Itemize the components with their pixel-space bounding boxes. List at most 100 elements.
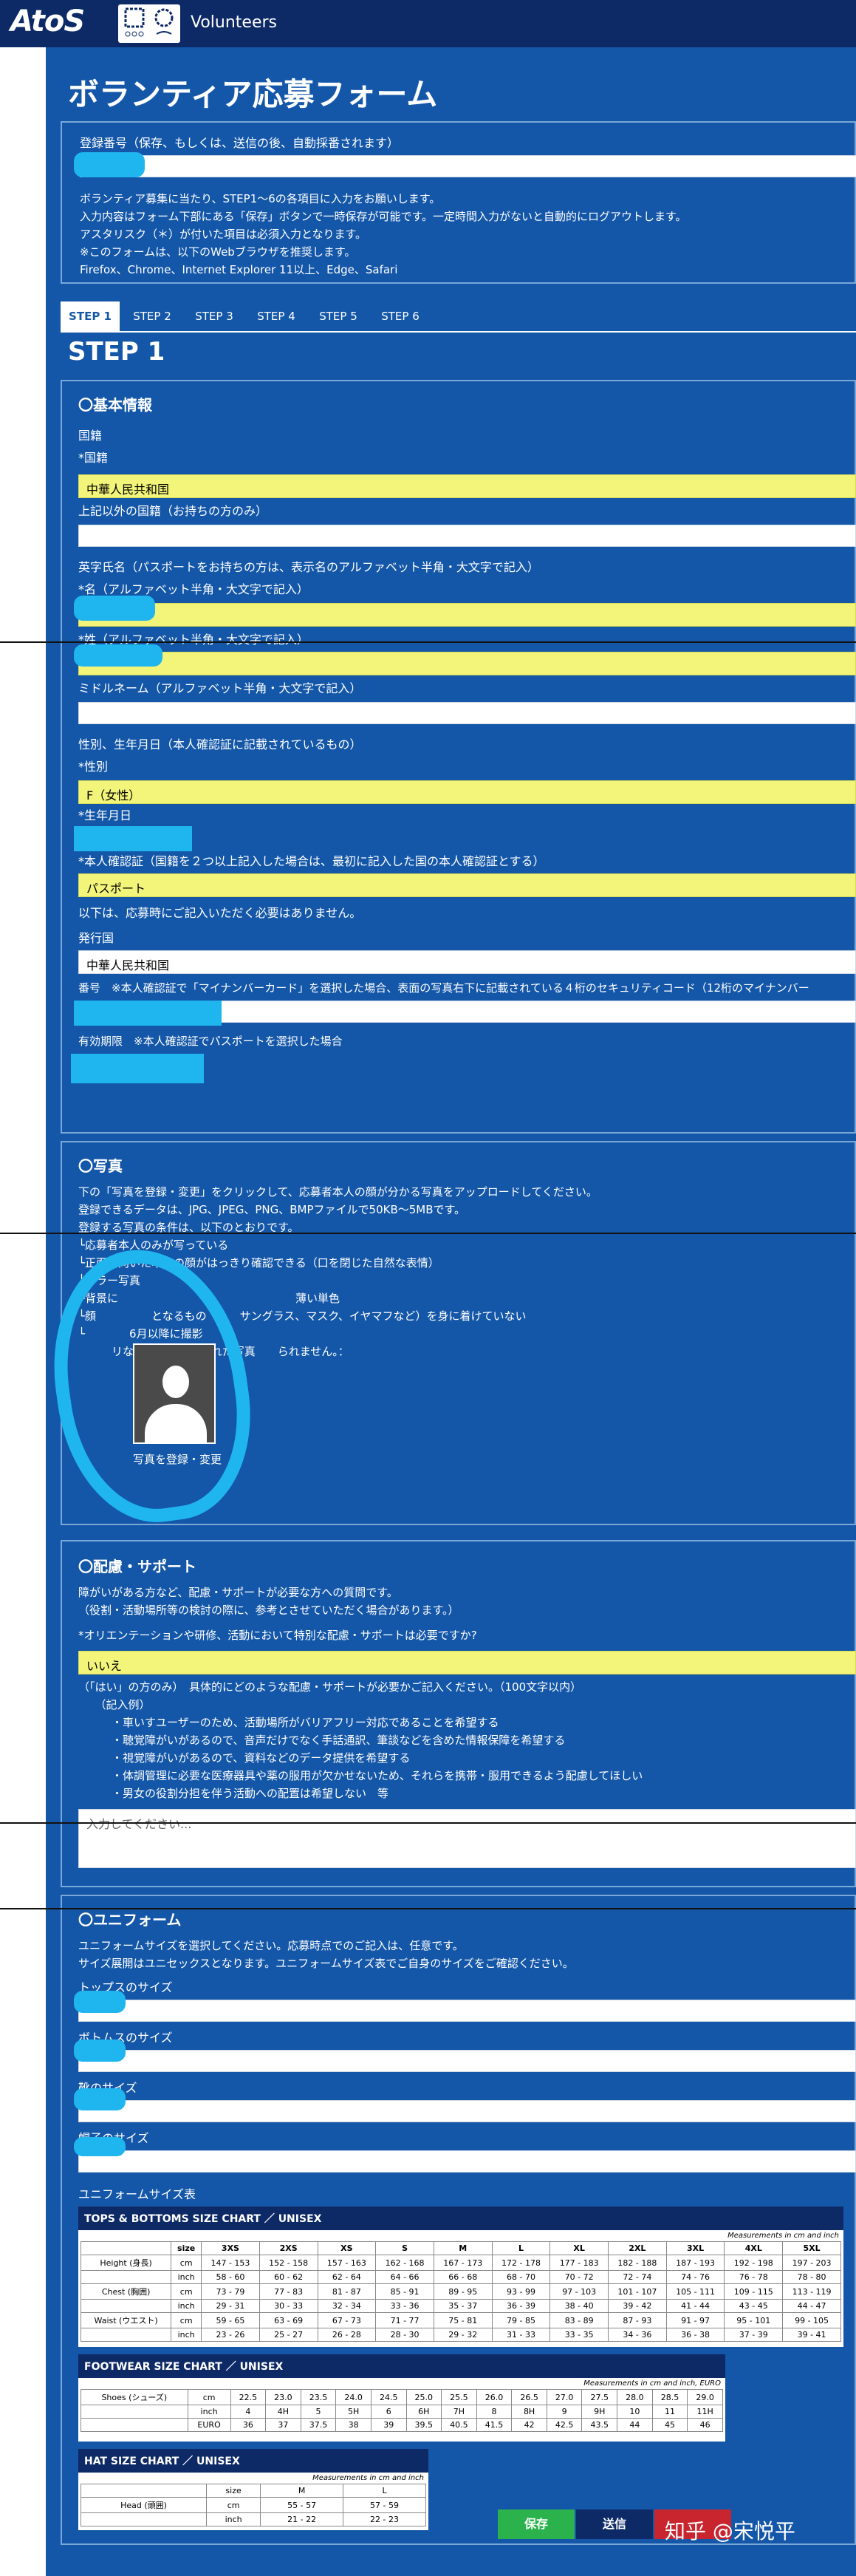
last-name-input[interactable] [78, 652, 856, 675]
tab-step3[interactable]: STEP 3 [185, 301, 244, 331]
table-cell: 192 - 198 [724, 2255, 784, 2271]
table-cell: 89 - 95 [433, 2283, 493, 2300]
table-cell: cm [171, 2255, 202, 2271]
support-example: ・視覚障がいがあるので、資料などのデータ提供を希望する [78, 1751, 411, 1765]
table-cell: 64 - 66 [375, 2270, 434, 2284]
table-cell: 34 - 36 [608, 2328, 667, 2342]
table-cell: 39 - 41 [782, 2328, 841, 2342]
table-cell: 10 [617, 2405, 653, 2419]
reg-number-field [80, 155, 856, 177]
table-row: Shoes (シューズ) cm 22.5 23.0 23.5 24.0 24.5 25.0 25… [81, 2389, 723, 2405]
table-header-cell: XS [317, 2241, 377, 2255]
table-cell: 4 [230, 2405, 267, 2419]
uniform-line: ユニフォームサイズを選択してください。応募時点でのご記入は、任意です。 [78, 1939, 464, 1952]
table-cell: 32 - 34 [317, 2299, 377, 2313]
table-cell: 5 [300, 2405, 337, 2419]
tops-size-chart: TOPS & BOTTOMS SIZE CHART ／ UNISEX Measu… [78, 2207, 843, 2347]
table-row: inch 23 - 26 25 - 27 26 - 28 28 - 30 29 - 32 3… [80, 2328, 841, 2342]
table-cell: 28 - 30 [375, 2328, 434, 2342]
issue-country-select[interactable]: 中華人民共和国 [78, 950, 856, 974]
tab-step2[interactable]: STEP 2 [123, 301, 182, 331]
hat-size-select[interactable] [78, 2150, 856, 2173]
sex-dob-label: 性別、生年月日（本人確認証に記載されているもの） [78, 737, 362, 752]
support-detail: （「はい」の方のみ） 具体的にどのような配慮・サポートが必要かご記入ください。（… [78, 1680, 582, 1694]
nationality-select[interactable]: 中華人民共和国 [78, 474, 856, 498]
table-row: inch 29 - 31 30 - 33 32 - 34 33 - 36 35 - 37 3… [80, 2299, 841, 2313]
table-row: Head (頭囲) cm 55 - 57 57 - 59 [80, 2497, 426, 2513]
uniform-line: サイズ展開はユニセックスとなります。ユニフォームサイズ表でご自身のサイズをご確認… [78, 1957, 574, 1970]
photo-instruction: 登録できるデータは、JPG、JPEG、PNG、BMPファイルで50KB～5MBで… [78, 1203, 466, 1216]
tab-step5[interactable]: STEP 5 [309, 301, 368, 331]
table-cell: 43 - 45 [724, 2299, 784, 2313]
id-number-label: 番号 ※本人確認証で「マイナンバーカード」を選択した場合、表面の写真右下に記載さ… [78, 981, 809, 995]
hat-size-table: size M L Head (頭囲) cm 55 - 57 57 - 59 inch 21 - … [80, 2484, 426, 2526]
photo-condition: └応募者本人のみが写っている [78, 1238, 229, 1252]
table-cell: inch [206, 2512, 261, 2526]
table-cell: 77 - 83 [258, 2283, 318, 2300]
table-cell: 38 - 40 [549, 2299, 609, 2313]
table-cell: 37 [265, 2418, 301, 2432]
table-row: Waist (ウエスト) cm 59 - 65 63 - 69 67 - 73 71 - … [80, 2312, 841, 2328]
issue-country-label: 発行国 [78, 931, 114, 945]
foot-chart-title: FOOTWEAR SIZE CHART ／ UNISEX [78, 2354, 725, 2378]
brand-logo: AtoS [10, 4, 85, 38]
table-cell: 24.0 [335, 2389, 371, 2405]
redaction-mark [74, 644, 162, 667]
sex-label: *性別 [78, 760, 109, 774]
id-document-select[interactable]: パスポート [78, 873, 856, 897]
table-row: inch 58 - 60 60 - 62 62 - 64 64 - 66 66 - 68 6… [80, 2270, 841, 2284]
table-cell [80, 2484, 208, 2498]
support-line: 障がいがある方など、配慮・サポートが必要な方への質問です。 [78, 1586, 398, 1599]
table-header-cell: size [206, 2484, 261, 2498]
photo-heading: 〇写真 [78, 1157, 123, 1175]
support-line: （役割・活動場所等の検討の際に、参考とさせていただく場合があります。） [78, 1604, 459, 1617]
table-cell: 162 - 168 [375, 2255, 434, 2271]
table-cell: 29 - 32 [433, 2328, 493, 2342]
support-example: ・車いすユーザーのため、活動場所がバリアフリー対応であることを希望する [78, 1716, 499, 1729]
other-nationality-input[interactable] [78, 525, 856, 547]
table-cell: 43.5 [581, 2418, 618, 2432]
tab-step6[interactable]: STEP 6 [371, 301, 430, 331]
save-button[interactable]: 保存 [498, 2509, 575, 2539]
table-cell: 93 - 99 [491, 2283, 551, 2300]
table-cell: 105 - 111 [665, 2283, 725, 2300]
tab-step1[interactable]: STEP 1 [61, 301, 120, 331]
table-cell: inch [187, 2405, 231, 2419]
tab-step4[interactable]: STEP 4 [247, 301, 306, 331]
table-cell: 25.5 [441, 2389, 477, 2405]
uniform-heading: 〇ユニフォーム [78, 1911, 182, 1929]
step-title: STEP 1 [68, 337, 165, 367]
table-cell: 31 - 33 [491, 2328, 551, 2342]
table-cell: 152 - 158 [258, 2255, 318, 2271]
table-cell: 9 [546, 2405, 583, 2419]
step-tabs: STEP 1 STEP 2 STEP 3 STEP 4 STEP 5 STEP … [61, 301, 856, 333]
table-cell: 45 [651, 2418, 688, 2432]
support-select[interactable]: いいえ [78, 1651, 856, 1674]
bottoms-size-select[interactable] [78, 2050, 856, 2072]
middle-name-input[interactable] [78, 702, 856, 724]
intro-line: ボランティア募集に当たり、STEP1～6の各項目に入力をお願いします。 [80, 192, 441, 205]
table-cell: 44 - 47 [782, 2299, 841, 2313]
table-header-cell: 3XS [201, 2241, 260, 2255]
english-name-label: 英字氏名（パスポートをお持ちの方は、表示名のアルファベット半角・大文字で記入） [78, 560, 539, 574]
send-button[interactable]: 送信 [576, 2509, 653, 2539]
table-cell: 7H [441, 2405, 477, 2419]
table-cell: 72 - 74 [608, 2270, 667, 2284]
table-cell: 81 - 87 [317, 2283, 377, 2300]
tokyo2020-logos [118, 4, 180, 43]
support-textarea[interactable]: 入力してください... [78, 1809, 856, 1868]
tops-size-select[interactable] [78, 2000, 856, 2022]
sex-select[interactable]: F（女性） [78, 780, 856, 804]
table-cell: 36 [230, 2418, 267, 2432]
table-cell: Height (身長) [80, 2255, 172, 2271]
table-cell: 29.0 [687, 2389, 723, 2405]
table-row: inch 21 - 22 22 - 23 [80, 2512, 426, 2526]
shoe-size-select[interactable] [78, 2100, 856, 2122]
first-name-label: *名（アルファベット半角・大文字で記入） [78, 582, 309, 596]
table-cell: 41 - 44 [665, 2299, 725, 2313]
support-example: （記入例） [78, 1698, 151, 1711]
table-cell: Head (頭囲) [80, 2497, 208, 2513]
first-name-input[interactable] [78, 603, 856, 627]
tops-chart-title: TOPS & BOTTOMS SIZE CHART ／ UNISEX [78, 2207, 843, 2230]
table-cell: 35 - 37 [433, 2299, 493, 2313]
